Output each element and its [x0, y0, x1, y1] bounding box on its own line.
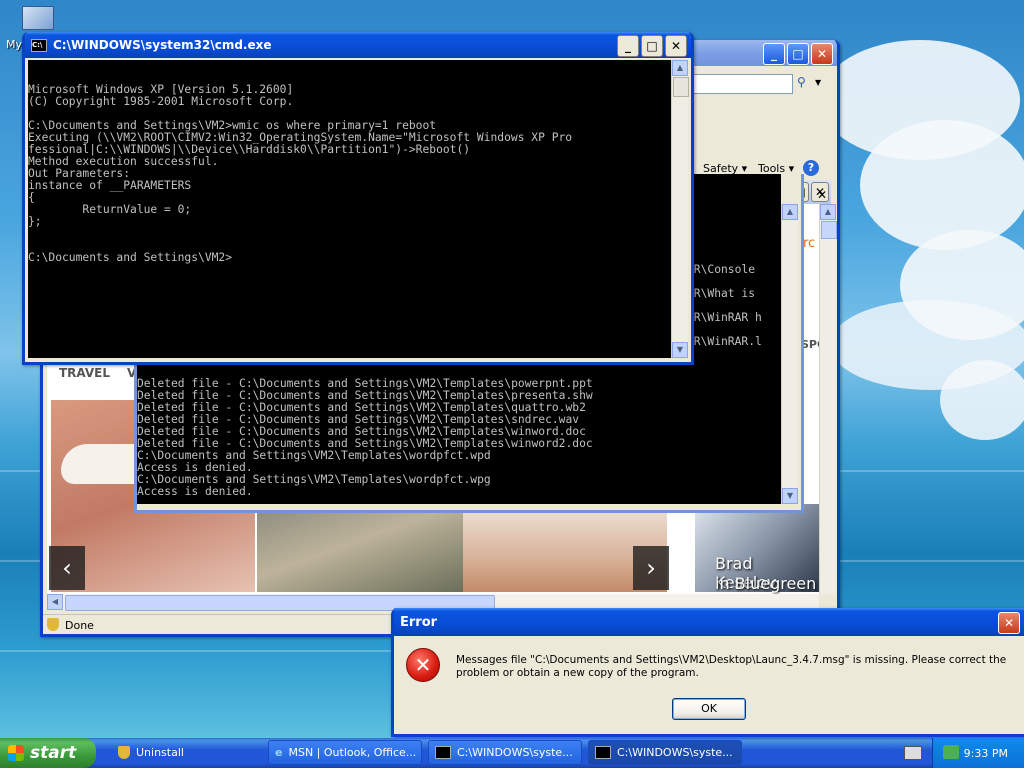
cmd-icon [435, 746, 451, 759]
shield-icon [47, 618, 59, 631]
browser-search-input[interactable] [693, 74, 793, 94]
console-line: Access is denied. [137, 485, 253, 498]
cmd-close-button[interactable]: ✕ [665, 35, 687, 57]
error-title: Error [400, 614, 438, 630]
console-line: AR\WinRAR.l [687, 335, 762, 348]
cmd-front-title-bar[interactable]: C:\ C:\WINDOWS\system32\cmd.exe _ □ ✕ [25, 32, 691, 58]
browser-maximize-button[interactable]: □ [787, 43, 809, 65]
page-vertical-scrollbar[interactable]: ▲ [819, 204, 837, 594]
desktop-icon-label: My [6, 38, 23, 51]
console-line: }; [28, 215, 42, 228]
error-title-bar[interactable]: Error ✕ [394, 608, 1024, 636]
page-scroll-up-arrow[interactable]: ▲ [820, 204, 836, 220]
side-orange-text: rc [803, 236, 816, 251]
browser-close-button[interactable]: ✕ [811, 43, 833, 65]
search-icon[interactable]: ⚲ [797, 75, 813, 91]
cmd-back-side-output: AR\Console AR\What is AR\WinRAR h AR\WinRAR… [687, 174, 781, 354]
cmd-icon: C:\ [31, 38, 47, 52]
console-line: C:\Documents and Settings\VM2> [28, 251, 233, 264]
keyboard-icon[interactable] [904, 746, 922, 760]
status-text: Done [65, 619, 94, 632]
taskbar-item-uninstall[interactable]: Uninstall [112, 740, 264, 765]
cmd-front-scroll-down-arrow[interactable]: ▼ [672, 342, 688, 358]
cmd-back-side-lines: AR\Console AR\What is AR\WinRAR h AR\WinRAR… [687, 258, 781, 354]
help-icon[interactable]: ? [803, 160, 819, 176]
clock[interactable]: 9:33 PM [964, 747, 1008, 760]
taskbar: start Uninstall e MSN | Outlook, Office.… [0, 738, 1024, 768]
console-line: ReturnValue = 0; [28, 203, 192, 216]
error-icon: ✕ [406, 648, 440, 682]
ok-button-label: OK [701, 702, 717, 715]
browser-minimize-button[interactable]: _ [763, 43, 785, 65]
error-close-button[interactable]: ✕ [998, 612, 1020, 634]
tab-close-icon[interactable]: ✕ [817, 188, 827, 202]
cmd-front-lines: Microsoft Windows XP [Version 5.1.2600](… [28, 84, 671, 264]
computer-icon [22, 6, 54, 30]
cmd-window-front[interactable]: C:\ C:\WINDOWS\system32\cmd.exe _ □ ✕ Mi… [22, 32, 694, 365]
cmd-front-scroll-up-arrow[interactable]: ▲ [672, 60, 688, 76]
windows-logo-icon [8, 745, 24, 761]
console-line: AR\Console [687, 263, 756, 276]
taskbar-item-msn[interactable]: e MSN | Outlook, Office... [268, 740, 422, 765]
start-button[interactable]: start [0, 738, 96, 768]
search-dropdown-chevron-icon[interactable]: ▼ [815, 75, 827, 91]
cmd-back-scroll-down-arrow[interactable]: ▼ [782, 488, 798, 504]
console-line: (C) Copyright 1985-2001 Microsoft Corp. [28, 95, 294, 108]
carousel-prev-button[interactable]: ‹ [49, 546, 85, 590]
cmd-back-scrollbar[interactable]: ▲ ▼ [781, 204, 798, 504]
ground-photo[interactable] [257, 504, 463, 592]
console-line: instance of __PARAMETERS [28, 179, 192, 192]
cmd-maximize-button[interactable]: □ [641, 35, 663, 57]
ie-icon: e [275, 746, 283, 759]
news-caption-line2[interactable]: in Bluegreen [715, 574, 816, 593]
taskbar-item-cmd-2[interactable]: C:\WINDOWS\syste... [588, 740, 742, 765]
error-message: Messages file "C:\Documents and Settings… [456, 654, 1007, 679]
cmd-front-title: C:\WINDOWS\system32\cmd.exe [53, 38, 272, 52]
system-tray: 9:33 PM [932, 738, 1024, 768]
cmd-front-scroll-thumb[interactable] [673, 77, 689, 97]
error-dialog[interactable]: Error ✕ ✕ Messages file "C:\Documents an… [391, 608, 1024, 737]
cmd-back-scroll-up-arrow[interactable]: ▲ [782, 204, 798, 220]
carousel-next-button[interactable]: › [633, 546, 669, 590]
taskbar-item-label: MSN | Outlook, Office... [288, 746, 417, 759]
taskbar-item-label: C:\WINDOWS\syste... [457, 746, 573, 759]
cmd-back-lines: Deleted file - C:\Documents and Settings… [137, 378, 781, 504]
cmd-front-scrollbar[interactable]: ▲ ▼ [671, 60, 689, 358]
taskbar-item-label: C:\WINDOWS\syste... [617, 746, 733, 759]
cmd-icon [595, 746, 611, 759]
scroll-left-arrow[interactable]: ◀ [47, 594, 63, 610]
cmd-front-output: Microsoft Windows XP [Version 5.1.2600](… [28, 60, 671, 358]
travel-section-label[interactable]: TRAVEL [59, 366, 110, 380]
cmd-back-output: Deleted file - C:\Documents and Settings… [137, 354, 781, 504]
page-scroll-thumb[interactable] [821, 221, 837, 239]
ok-button[interactable]: OK [672, 698, 746, 720]
shield-icon [118, 746, 130, 759]
console-line: AR\What is [687, 287, 756, 300]
taskbar-item-cmd-1[interactable]: C:\WINDOWS\syste... [428, 740, 582, 765]
start-label: start [30, 743, 77, 763]
console-line: AR\WinRAR h [687, 311, 762, 324]
network-icon[interactable] [943, 745, 959, 759]
cmd-minimize-button[interactable]: _ [617, 35, 639, 57]
taskbar-item-label: Uninstall [136, 746, 184, 759]
